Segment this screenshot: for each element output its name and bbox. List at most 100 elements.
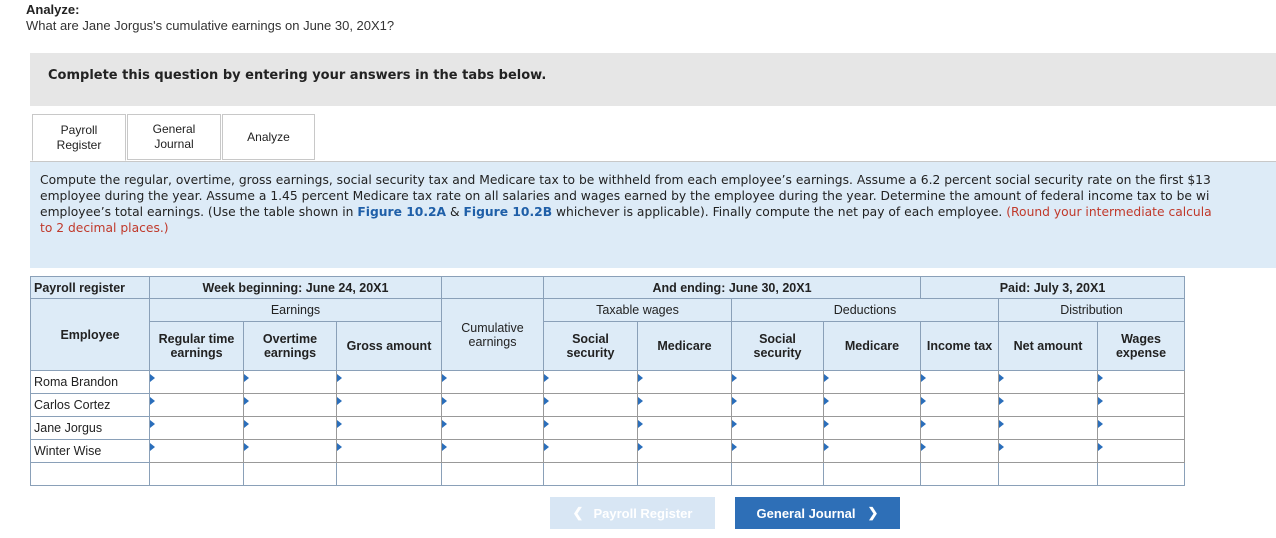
ded-medicare-input[interactable] [823,416,921,440]
next-button-label: General Journal [756,505,856,521]
tab-label-line2: Register [56,137,102,152]
regular-time-input[interactable] [149,416,244,440]
ded-ss-input[interactable] [731,416,824,440]
wages-expense-input[interactable] [1097,370,1185,394]
total-cell [637,462,732,486]
tab-label: Analyze [247,129,290,144]
net-amount-input[interactable] [998,439,1098,463]
ded-medicare-input[interactable] [823,370,921,394]
col-medicare: Medicare [637,321,732,371]
net-amount-input[interactable] [998,416,1098,440]
totals-label [30,462,150,486]
cumulative-input[interactable] [441,439,544,463]
col-wages-expense: Wages expense [1097,321,1185,371]
col-overtime: Overtime earnings [243,321,337,371]
instructions-line3: employee’s total earnings. (Use the tabl… [40,205,358,219]
taxable-ss-input[interactable] [543,393,638,417]
chevron-right-icon: ❯ [867,505,879,520]
gross-amount-input[interactable] [336,393,442,417]
header-spacer [441,276,544,299]
figure-10-2a-link[interactable]: Figure 10.2A [357,205,446,219]
taxable-ss-input[interactable] [543,370,638,394]
instructions-line3b: whichever is applicable). Finally comput… [552,205,1007,219]
distribution-group: Distribution [998,298,1185,322]
analyze-question: What are Jane Jorgus's cumulative earnin… [26,18,395,33]
payroll-register-table: Payroll register Week beginning: June 24… [30,276,1185,486]
regular-time-input[interactable] [149,393,244,417]
gross-amount-input[interactable] [336,439,442,463]
instructions-panel: Compute the regular, overtime, gross ear… [30,161,1276,268]
overtime-input[interactable] [243,439,337,463]
rounding-note: (Round your intermediate calcula [1006,205,1212,219]
tab-payroll-register[interactable]: Payroll Register [32,114,126,161]
taxable-medicare-input[interactable] [637,370,732,394]
wages-expense-input[interactable] [1097,439,1185,463]
income-tax-input[interactable] [920,393,999,417]
tab-analyze[interactable]: Analyze [222,114,315,160]
overtime-input[interactable] [243,416,337,440]
figure-10-2b-link[interactable]: Figure 10.2B [464,205,553,219]
taxable-medicare-input[interactable] [637,393,732,417]
taxable-wages-group: Taxable wages [543,298,732,322]
taxable-medicare-input[interactable] [637,439,732,463]
ded-ss-input[interactable] [731,393,824,417]
wages-expense-input[interactable] [1097,416,1185,440]
ded-medicare-input[interactable] [823,439,921,463]
ded-ss-input[interactable] [731,370,824,394]
total-cell [336,462,442,486]
and-ending: And ending: June 30, 20X1 [543,276,921,299]
income-tax-input[interactable] [920,370,999,394]
taxable-ss-input[interactable] [543,439,638,463]
analyze-heading: Analyze: [26,2,80,17]
instructions-text: Compute the regular, overtime, gross ear… [40,172,1276,236]
cumulative-input[interactable] [441,416,544,440]
employee-name: Winter Wise [30,439,150,463]
net-amount-input[interactable] [998,393,1098,417]
prev-button[interactable]: ❮ Payroll Register [550,497,715,529]
col-gross-amount: Gross amount [336,321,442,371]
paid-date: Paid: July 3, 20X1 [920,276,1185,299]
tab-label-line1: General [152,122,196,136]
instruction-bar-text: Complete this question by entering your … [48,68,547,83]
taxable-medicare-input[interactable] [637,416,732,440]
income-tax-input[interactable] [920,439,999,463]
total-cell [1097,462,1185,486]
ded-medicare-input[interactable] [823,393,921,417]
total-cell [823,462,921,486]
col-income-tax: Income tax [920,321,999,371]
income-tax-input[interactable] [920,416,999,440]
instructions-line1: Compute the regular, overtime, gross ear… [40,173,1211,187]
table-row: Winter Wise [30,439,1185,463]
total-cell [149,462,244,486]
col-ded-social-security: Social security [731,321,824,371]
net-amount-input[interactable] [998,370,1098,394]
wages-expense-input[interactable] [1097,393,1185,417]
table-row: Carlos Cortez [30,393,1185,417]
gross-amount-input[interactable] [336,416,442,440]
overtime-input[interactable] [243,393,337,417]
tab-label-line1: Payroll [60,122,98,137]
tab-general-journal[interactable]: General Journal [127,114,221,160]
total-cell [998,462,1098,486]
instructions-line2: employee during the year. Assume a 1.45 … [40,189,1210,203]
next-button[interactable]: General Journal ❯ [735,497,900,529]
rounding-note-cont: to 2 decimal places.) [40,221,169,235]
regular-time-input[interactable] [149,370,244,394]
cumulative-input[interactable] [441,393,544,417]
table-row: Roma Brandon [30,370,1185,394]
gross-amount-input[interactable] [336,370,442,394]
total-cell [543,462,638,486]
col-net-amount: Net amount [998,321,1098,371]
regular-time-input[interactable] [149,439,244,463]
instruction-bar: Complete this question by entering your … [30,53,1276,106]
total-cell [243,462,337,486]
register-title: Payroll register [30,276,150,299]
total-cell [441,462,544,486]
cumulative-input[interactable] [441,370,544,394]
ded-ss-input[interactable] [731,439,824,463]
overtime-input[interactable] [243,370,337,394]
col-cumulative: Cumulative earnings [441,298,544,371]
col-ded-medicare: Medicare [823,321,921,371]
col-social-security: Social security [543,321,638,371]
taxable-ss-input[interactable] [543,416,638,440]
